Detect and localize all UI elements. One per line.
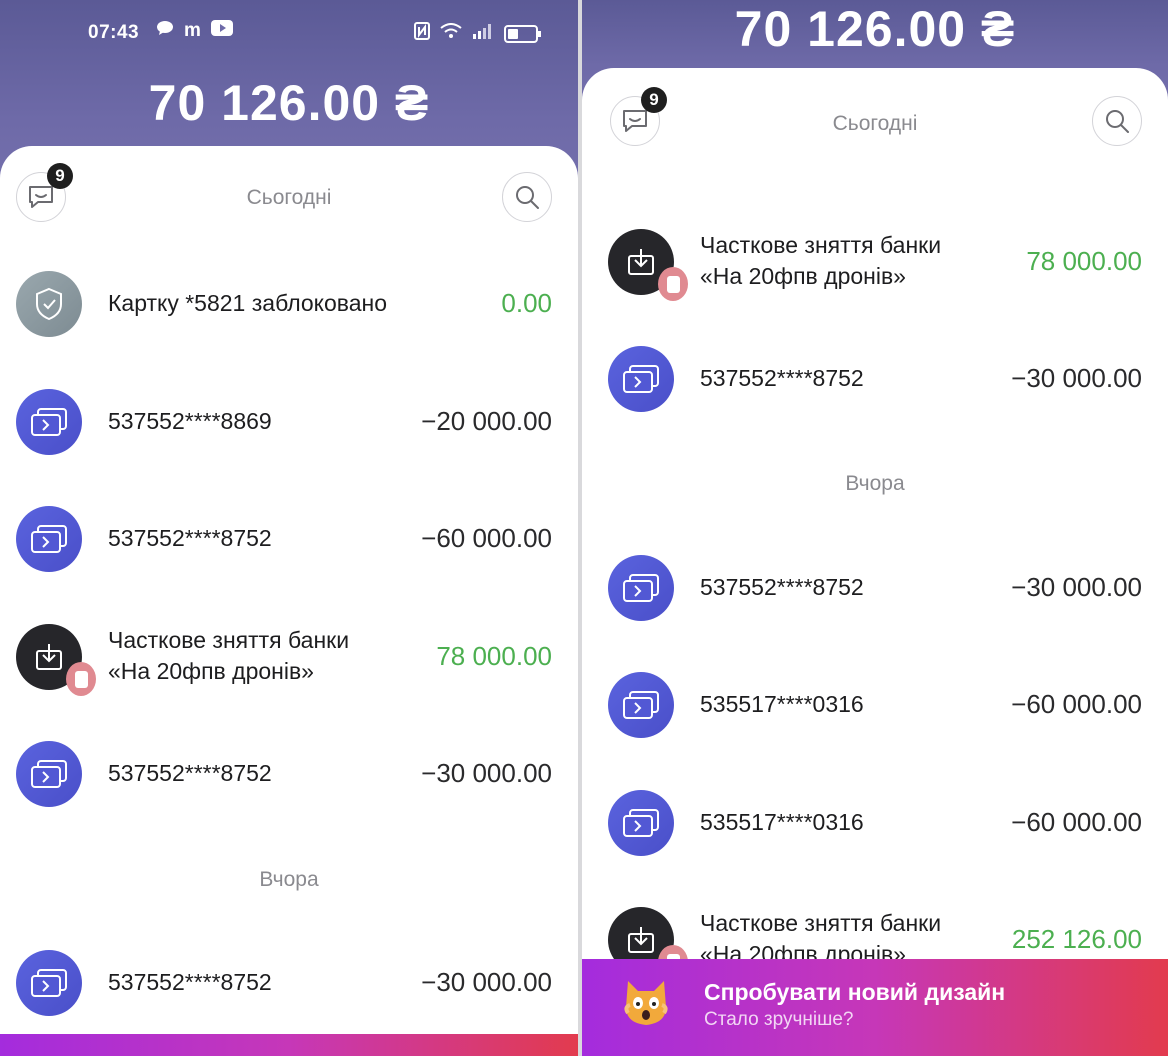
transaction-amount: −60 000.00 xyxy=(1011,689,1142,719)
transaction-row[interactable]: 537552****8752 −30 000.00 xyxy=(582,548,1168,628)
transaction-title: 537552****8752 xyxy=(108,525,272,551)
transaction-title: 535517****0316 xyxy=(700,809,864,835)
search-icon xyxy=(516,186,539,209)
promo-subtitle: Стало зручніше? xyxy=(704,1009,854,1030)
transaction-title: 537552****8752 xyxy=(700,365,864,391)
status-time: 07:43 xyxy=(88,22,140,43)
yesterday-header: Вчора xyxy=(845,472,905,495)
transactions-sheet: 9 Сьогодні Картку *5821 заблоковано 0.00… xyxy=(0,146,578,1056)
transaction-row[interactable]: 537552****8752 −60 000.00 xyxy=(0,499,578,579)
transaction-amount: −20 000.00 xyxy=(421,406,552,436)
card-transfer-icon xyxy=(608,790,674,856)
transaction-title: Часткове зняття банки «На 20фпв дронів» xyxy=(108,627,350,684)
search-icon xyxy=(1106,110,1129,133)
transaction-title: 537552****8752 xyxy=(108,969,272,995)
transaction-amount: 78 000.00 xyxy=(436,641,552,671)
jar-badge-icon xyxy=(66,662,96,696)
transaction-row[interactable]: 535517****0316 −60 000.00 xyxy=(582,665,1168,745)
search-button[interactable] xyxy=(1092,96,1142,146)
nfc-icon xyxy=(414,22,430,46)
card-transfer-icon xyxy=(608,346,674,412)
cat-face-icon xyxy=(624,981,668,1025)
transaction-row[interactable]: Часткове зняття банки «На 20фпв дронів» … xyxy=(582,222,1168,302)
transaction-amount: −60 000.00 xyxy=(421,523,552,553)
transaction-amount: 252 126.00 xyxy=(1011,924,1142,954)
transaction-amount: −30 000.00 xyxy=(1011,363,1142,393)
card-transfer-icon xyxy=(608,555,674,621)
signal-icon xyxy=(472,23,494,45)
transaction-title: 535517****0316 xyxy=(700,691,864,717)
transaction-title: Картку *5821 заблоковано xyxy=(108,290,388,316)
transaction-row[interactable]: 537552****8752 −30 000.00 xyxy=(0,734,578,814)
card-transfer-icon xyxy=(16,741,82,807)
transaction-amount: −30 000.00 xyxy=(421,758,552,788)
transaction-title: Часткове зняття банки «На 20фпв дронів» xyxy=(700,232,942,289)
transaction-amount: −30 000.00 xyxy=(1011,572,1142,602)
wifi-icon xyxy=(440,23,462,45)
battery-icon xyxy=(504,25,541,43)
youtube-icon xyxy=(210,20,233,42)
transaction-amount: −30 000.00 xyxy=(421,967,552,997)
transaction-row[interactable]: 537552****8869 −20 000.00 xyxy=(0,382,578,462)
right-screen: 70 126.00 ₴ 9 Сьогодні Часткове зняття б… xyxy=(582,0,1168,1056)
yesterday-header: Вчора xyxy=(259,868,319,891)
status-bar: 07:43 m xyxy=(0,18,578,48)
card-transfer-icon xyxy=(16,389,82,455)
card-transfer-icon xyxy=(16,506,82,572)
messages-badge: 9 xyxy=(641,87,667,113)
promo-banner-edge[interactable] xyxy=(0,1034,578,1056)
transactions-toolbar: 9 Сьогодні xyxy=(582,87,1168,156)
card-transfer-icon xyxy=(608,672,674,738)
transaction-row[interactable]: 535517****0316 −60 000.00 xyxy=(582,783,1168,863)
today-header: Сьогодні xyxy=(832,112,918,135)
transactions-sheet: 9 Сьогодні Часткове зняття банки «На 20ф… xyxy=(582,68,1168,1056)
jar-download-icon xyxy=(16,624,96,696)
left-screen: 07:43 m 70 126.00 ₴ 9 Сьогодні Картку *5… xyxy=(0,0,578,1056)
transaction-amount: 0.00 xyxy=(501,288,552,318)
transaction-title: 537552****8869 xyxy=(108,408,272,434)
transaction-amount: −60 000.00 xyxy=(1011,807,1142,837)
balance-amount: 70 126.00 ₴ xyxy=(734,1,1016,57)
transaction-row[interactable]: 537552****8752 −30 000.00 xyxy=(582,339,1168,419)
m-app-icon: m xyxy=(184,20,201,41)
jar-download-icon xyxy=(608,229,688,301)
transaction-amount: 78 000.00 xyxy=(1026,246,1142,276)
transaction-row[interactable]: Часткове зняття банки «На 20фпв дронів» … xyxy=(0,617,578,697)
today-header: Сьогодні xyxy=(246,186,332,209)
transaction-row[interactable]: 537552****8752 −30 000.00 xyxy=(0,943,578,1023)
balance-amount: 70 126.00 ₴ xyxy=(148,75,430,131)
transaction-row[interactable]: Картку *5821 заблоковано 0.00 xyxy=(0,264,578,344)
card-transfer-icon xyxy=(16,950,82,1016)
transaction-title: 537552****8752 xyxy=(700,574,864,600)
shield-icon xyxy=(16,271,82,337)
promo-title: Спробувати новий дизайн xyxy=(704,979,1006,1005)
search-button[interactable] xyxy=(502,172,552,222)
transactions-toolbar: 9 Сьогодні xyxy=(0,163,578,232)
jar-badge-icon xyxy=(658,267,688,301)
chat-bubble-icon xyxy=(156,20,174,42)
transaction-title: 537552****8752 xyxy=(108,760,272,786)
promo-banner[interactable]: Спробувати новий дизайн Стало зручніше? xyxy=(582,959,1168,1056)
